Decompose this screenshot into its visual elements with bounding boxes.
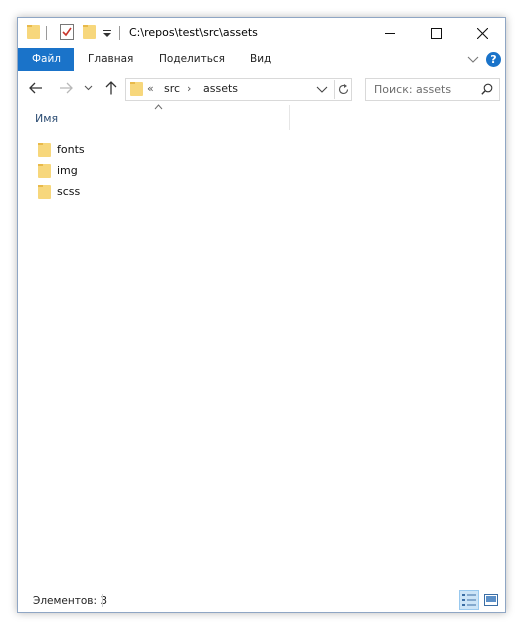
chevron-down-icon	[84, 85, 92, 91]
properties-check-icon[interactable]	[60, 24, 74, 40]
search-input[interactable]	[366, 79, 482, 100]
address-dropdown-icon[interactable]	[316, 84, 328, 94]
folder-icon	[38, 163, 51, 178]
details-view-button[interactable]	[459, 590, 479, 610]
back-button[interactable]	[27, 79, 45, 97]
folder-icon	[130, 82, 143, 96]
item-name: fonts	[57, 143, 85, 156]
list-item[interactable]: scss	[38, 181, 298, 202]
forward-button[interactable]	[57, 79, 75, 97]
breadcrumb-separator[interactable]: ›	[187, 82, 191, 95]
window-title: C:\repos\test\src\assets	[129, 26, 258, 39]
list-item[interactable]: img	[38, 160, 298, 181]
title-separator	[119, 26, 120, 40]
recent-locations-button[interactable]	[82, 79, 94, 97]
breadcrumb-src[interactable]: src	[164, 82, 180, 95]
column-header-name[interactable]: Имя	[35, 112, 58, 125]
minimize-button[interactable]	[367, 18, 413, 48]
title-bar: C:\repos\test\src\assets	[18, 18, 505, 48]
breadcrumb-overflow[interactable]: «	[147, 82, 154, 95]
breadcrumb-assets[interactable]: assets	[203, 82, 238, 95]
forward-arrow-icon	[60, 82, 73, 94]
folder-icon	[38, 142, 51, 157]
folder-icon	[38, 184, 51, 199]
details-view-icon	[462, 594, 476, 606]
tab-home[interactable]: Главная	[74, 48, 147, 71]
status-bar: Элементов: 3	[18, 589, 505, 612]
new-folder-icon[interactable]	[83, 25, 96, 39]
help-icon[interactable]: ?	[486, 52, 501, 67]
tab-share[interactable]: Поделиться	[145, 48, 239, 71]
search-icon[interactable]	[481, 83, 493, 95]
item-name: img	[57, 164, 78, 177]
sort-ascending-icon	[154, 104, 163, 110]
large-icons-view-icon	[484, 594, 498, 606]
item-count: Элементов: 3	[33, 595, 108, 607]
maximize-button[interactable]	[413, 18, 459, 48]
explorer-window: C:\repos\test\src\assets Файл Главная По…	[17, 17, 506, 613]
item-name: scss	[57, 185, 81, 198]
file-list: fonts img scss	[38, 139, 298, 202]
customize-dropdown-icon[interactable]	[102, 29, 112, 39]
minimize-icon	[385, 33, 395, 34]
expand-ribbon-icon[interactable]	[467, 54, 479, 64]
up-button[interactable]	[102, 79, 120, 97]
refresh-icon	[338, 84, 349, 95]
back-arrow-icon	[29, 82, 42, 94]
refresh-button[interactable]	[334, 80, 352, 99]
large-icons-view-button[interactable]	[481, 590, 501, 610]
quick-access-separator	[46, 26, 47, 40]
tab-file[interactable]: Файл	[18, 48, 74, 71]
ribbon-tabs: Файл Главная Поделиться Вид ?	[18, 48, 505, 71]
up-arrow-icon	[105, 81, 117, 95]
address-bar[interactable]: « src › assets	[125, 78, 352, 101]
navigation-bar: « src › assets	[18, 71, 505, 105]
folder-icon[interactable]	[27, 25, 40, 39]
tab-view[interactable]: Вид	[236, 48, 285, 71]
close-button[interactable]	[459, 18, 505, 48]
close-icon	[476, 27, 488, 39]
file-list-area: Имя fonts img scss	[18, 104, 505, 581]
search-box[interactable]	[365, 78, 500, 101]
status-separator	[102, 594, 103, 607]
maximize-icon	[430, 27, 442, 39]
column-divider[interactable]	[289, 105, 290, 130]
list-item[interactable]: fonts	[38, 139, 298, 160]
